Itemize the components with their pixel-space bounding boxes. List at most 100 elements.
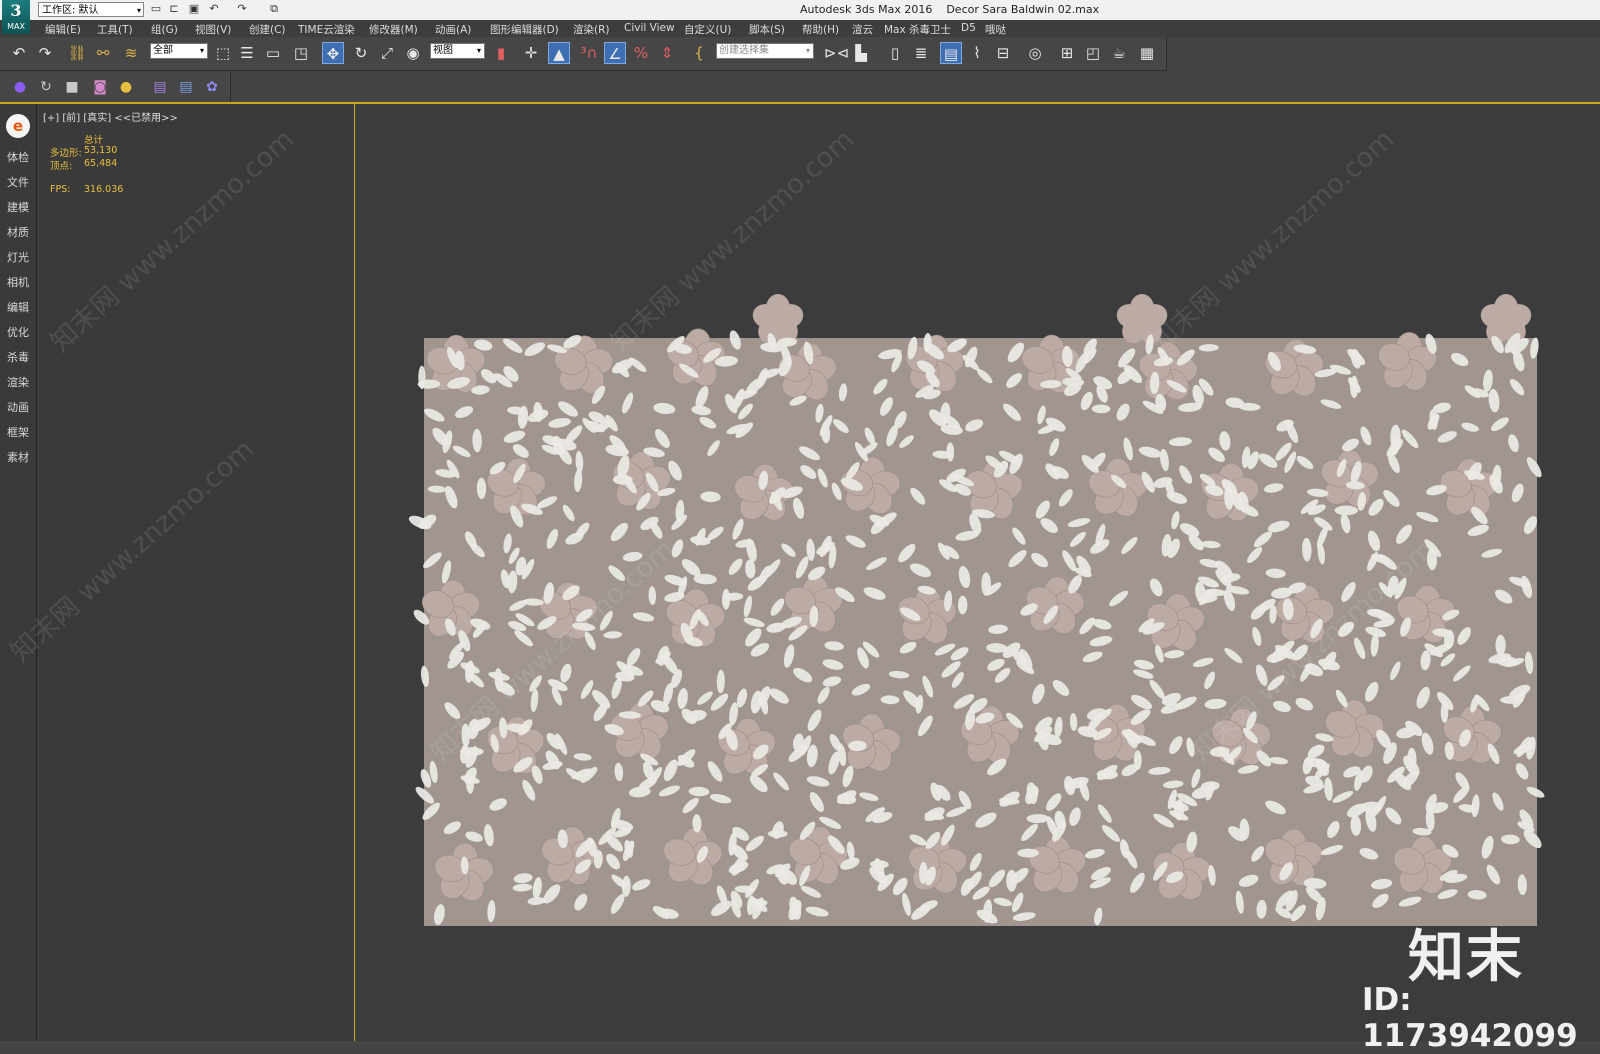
menu-edit[interactable]: 编辑(E) bbox=[45, 22, 81, 37]
redo-icon[interactable]: ↷ bbox=[34, 42, 56, 64]
menu-group[interactable]: 组(G) bbox=[151, 22, 178, 37]
stats-fps-label: FPS: bbox=[50, 184, 71, 195]
chevron-down-icon: ▾ bbox=[199, 46, 204, 55]
plugin-logo-icon[interactable]: e bbox=[6, 114, 30, 138]
menu-civil-view[interactable]: Civil View bbox=[624, 22, 675, 34]
spinner-snap-icon[interactable]: ⇕ bbox=[656, 42, 678, 64]
pivot-center-icon[interactable]: ▮ bbox=[490, 42, 512, 64]
schematic-view-icon[interactable]: ⊟ bbox=[992, 42, 1014, 64]
plugin-toolbar: ● ↻ ■ ◙ ● ▤ ▤ ✿ bbox=[0, 72, 231, 102]
render-production-icon[interactable]: ☕ bbox=[1108, 42, 1130, 64]
percent-snap-icon[interactable]: % bbox=[630, 42, 652, 64]
snaps-toggle-icon[interactable]: ³∩ bbox=[578, 42, 600, 64]
dock-item-assets[interactable]: 素材 bbox=[0, 449, 36, 465]
dock-item-antivirus[interactable]: 杀毒 bbox=[0, 349, 36, 365]
dock-item-file[interactable]: 文件 bbox=[0, 174, 36, 190]
viewport-label[interactable]: [+] [前] [真实] <<已禁用>> bbox=[43, 109, 178, 124]
select-and-place-icon[interactable]: ◉ bbox=[402, 42, 424, 64]
menu-bar: 编辑(E) 工具(T) 组(G) 视图(V) 创建(C) TIME云渲染 修改器… bbox=[0, 20, 1600, 37]
dock-item-edit[interactable]: 编辑 bbox=[0, 299, 36, 315]
dock-item-framework[interactable]: 框架 bbox=[0, 424, 36, 440]
edit-named-selection-icon[interactable]: { bbox=[688, 42, 710, 64]
select-by-name-icon[interactable]: ☰ bbox=[236, 42, 258, 64]
stats-total-label: 总计 bbox=[84, 135, 104, 146]
dock-item-optimize[interactable]: 优化 bbox=[0, 324, 36, 340]
bind-to-space-warp-icon[interactable]: ≋ bbox=[120, 42, 142, 64]
window-title: Autodesk 3ds Max 2016 Decor Sara Baldwin … bbox=[800, 3, 1113, 16]
render-setup-icon[interactable]: ⊞ bbox=[1056, 42, 1078, 64]
menu-rendering[interactable]: 渲染(R) bbox=[573, 22, 610, 37]
plugin-p-icon[interactable]: ● bbox=[10, 77, 30, 97]
menu-create[interactable]: 创建(C) bbox=[249, 22, 286, 37]
menu-help[interactable]: 帮助(H) bbox=[802, 22, 839, 37]
project-folder-icon[interactable]: ⧉ bbox=[268, 3, 280, 15]
angle-snap-icon[interactable]: ∠ bbox=[604, 42, 626, 64]
rectangular-selection-icon[interactable]: ▭ bbox=[262, 42, 284, 64]
redo-icon[interactable]: ↷ bbox=[236, 3, 248, 15]
select-and-manipulate-icon[interactable]: ✛ bbox=[520, 42, 542, 64]
dock-item-lighting[interactable]: 灯光 bbox=[0, 249, 36, 265]
app-logo[interactable]: 3 MAX bbox=[2, 0, 30, 34]
menu-modifiers[interactable]: 修改器(M) bbox=[369, 22, 418, 37]
camera-icon[interactable]: ■ bbox=[62, 77, 82, 97]
unlink-icon[interactable]: ⚯ bbox=[92, 42, 114, 64]
render-in-cloud-icon[interactable]: ▦ bbox=[1136, 42, 1158, 64]
menu-graph-editors[interactable]: 图形编辑器(D) bbox=[490, 22, 559, 37]
selection-filter-dropdown[interactable]: 全部 ▾ bbox=[150, 43, 208, 59]
main-toolbar: ↶ ↷ ⛓ ⚯ ≋ 全部 ▾ ⬚ ☰ ▭ ◳ ✥ ↻ ⤢ ◉ 视图 ▾ ▮ ✛ ▲ … bbox=[0, 37, 1167, 71]
select-object-icon[interactable]: ⬚ bbox=[212, 42, 234, 64]
layer-explorer-icon[interactable]: ▯ bbox=[884, 42, 906, 64]
skp-import-icon[interactable]: ▤ bbox=[176, 77, 196, 97]
menu-tools[interactable]: 工具(T) bbox=[97, 22, 133, 37]
chevron-down-icon: ▾ bbox=[805, 46, 810, 55]
workspace-dropdown[interactable]: 工作区: 默认 ▾ bbox=[38, 2, 144, 17]
select-and-rotate-icon[interactable]: ↻ bbox=[350, 42, 372, 64]
menu-max-antivirus[interactable]: Max 杀毒卫士 bbox=[884, 22, 951, 37]
leaf-tile bbox=[1133, 750, 1142, 770]
menu-views[interactable]: 视图(V) bbox=[195, 22, 231, 37]
new-file-icon[interactable]: ▭ bbox=[150, 3, 162, 15]
undo-icon[interactable]: ↶ bbox=[208, 3, 220, 15]
named-selection-placeholder: 创建选择集 bbox=[719, 45, 769, 56]
left-dock: e 体检 文件 建模 材质 灯光 相机 编辑 优化 杀毒 渲染 动画 框架 素材 bbox=[0, 104, 37, 1041]
dock-item-checkup[interactable]: 体检 bbox=[0, 149, 36, 165]
light-bulb-icon[interactable]: ● bbox=[116, 77, 136, 97]
menu-scripting[interactable]: 脚本(S) bbox=[749, 22, 785, 37]
dock-item-animation[interactable]: 动画 bbox=[0, 399, 36, 415]
app-name: Autodesk 3ds Max 2016 bbox=[800, 3, 933, 16]
mirror-icon[interactable]: ⊳⊲ bbox=[824, 42, 849, 64]
select-and-move-icon[interactable]: ✥ bbox=[322, 42, 344, 64]
stats-vertices-value: 65,484 bbox=[84, 158, 118, 169]
dock-item-modeling[interactable]: 建模 bbox=[0, 199, 36, 215]
dock-item-material[interactable]: 材质 bbox=[0, 224, 36, 240]
undo-icon[interactable]: ↶ bbox=[8, 42, 30, 64]
named-selection-dropdown[interactable]: 创建选择集 ▾ bbox=[716, 43, 814, 59]
snapshot-icon[interactable]: ◙ bbox=[90, 77, 110, 97]
menu-xuanyun[interactable]: 渲云 bbox=[852, 22, 873, 37]
keyboard-shortcut-override-icon[interactable]: ▲ bbox=[548, 42, 570, 64]
brand-logo: 知末 bbox=[1408, 925, 1524, 990]
link-icon[interactable]: ⛓ bbox=[66, 42, 88, 64]
align-icon[interactable]: ▙ bbox=[850, 42, 872, 64]
window-crossing-icon[interactable]: ◳ bbox=[290, 42, 312, 64]
ribbon-toggle-icon[interactable]: ▤ bbox=[940, 42, 962, 64]
save-file-icon[interactable]: ▣ bbox=[188, 3, 200, 15]
settings-gear-icon[interactable]: ✿ bbox=[202, 77, 222, 97]
reference-coord-dropdown[interactable]: 视图 ▾ bbox=[430, 43, 485, 59]
material-editor-icon[interactable]: ◎ bbox=[1024, 42, 1046, 64]
menu-time-cloud-render[interactable]: TIME云渲染 bbox=[298, 22, 355, 37]
curve-editor-icon[interactable]: ⌇ bbox=[966, 42, 988, 64]
dsa-icon[interactable]: ▤ bbox=[150, 77, 170, 97]
title-bar: 3 MAX 工作区: 默认 ▾ ▭ ⊏ ▣ ↶ ↷ ⧉ Autodesk 3ds M… bbox=[0, 0, 1600, 34]
rendered-frame-window-icon[interactable]: ◰ bbox=[1082, 42, 1104, 64]
menu-oda[interactable]: 哦哒 bbox=[985, 22, 1006, 37]
dock-item-camera[interactable]: 相机 bbox=[0, 274, 36, 290]
select-and-scale-icon[interactable]: ⤢ bbox=[376, 42, 398, 64]
refresh-icon[interactable]: ↻ bbox=[36, 77, 56, 97]
manage-layers-icon[interactable]: ≣ bbox=[910, 42, 932, 64]
dock-item-render[interactable]: 渲染 bbox=[0, 374, 36, 390]
open-file-icon[interactable]: ⊏ bbox=[168, 3, 180, 15]
menu-customize[interactable]: 自定义(U) bbox=[684, 22, 731, 37]
menu-d5[interactable]: D5 bbox=[961, 22, 976, 34]
menu-animation[interactable]: 动画(A) bbox=[435, 22, 471, 37]
